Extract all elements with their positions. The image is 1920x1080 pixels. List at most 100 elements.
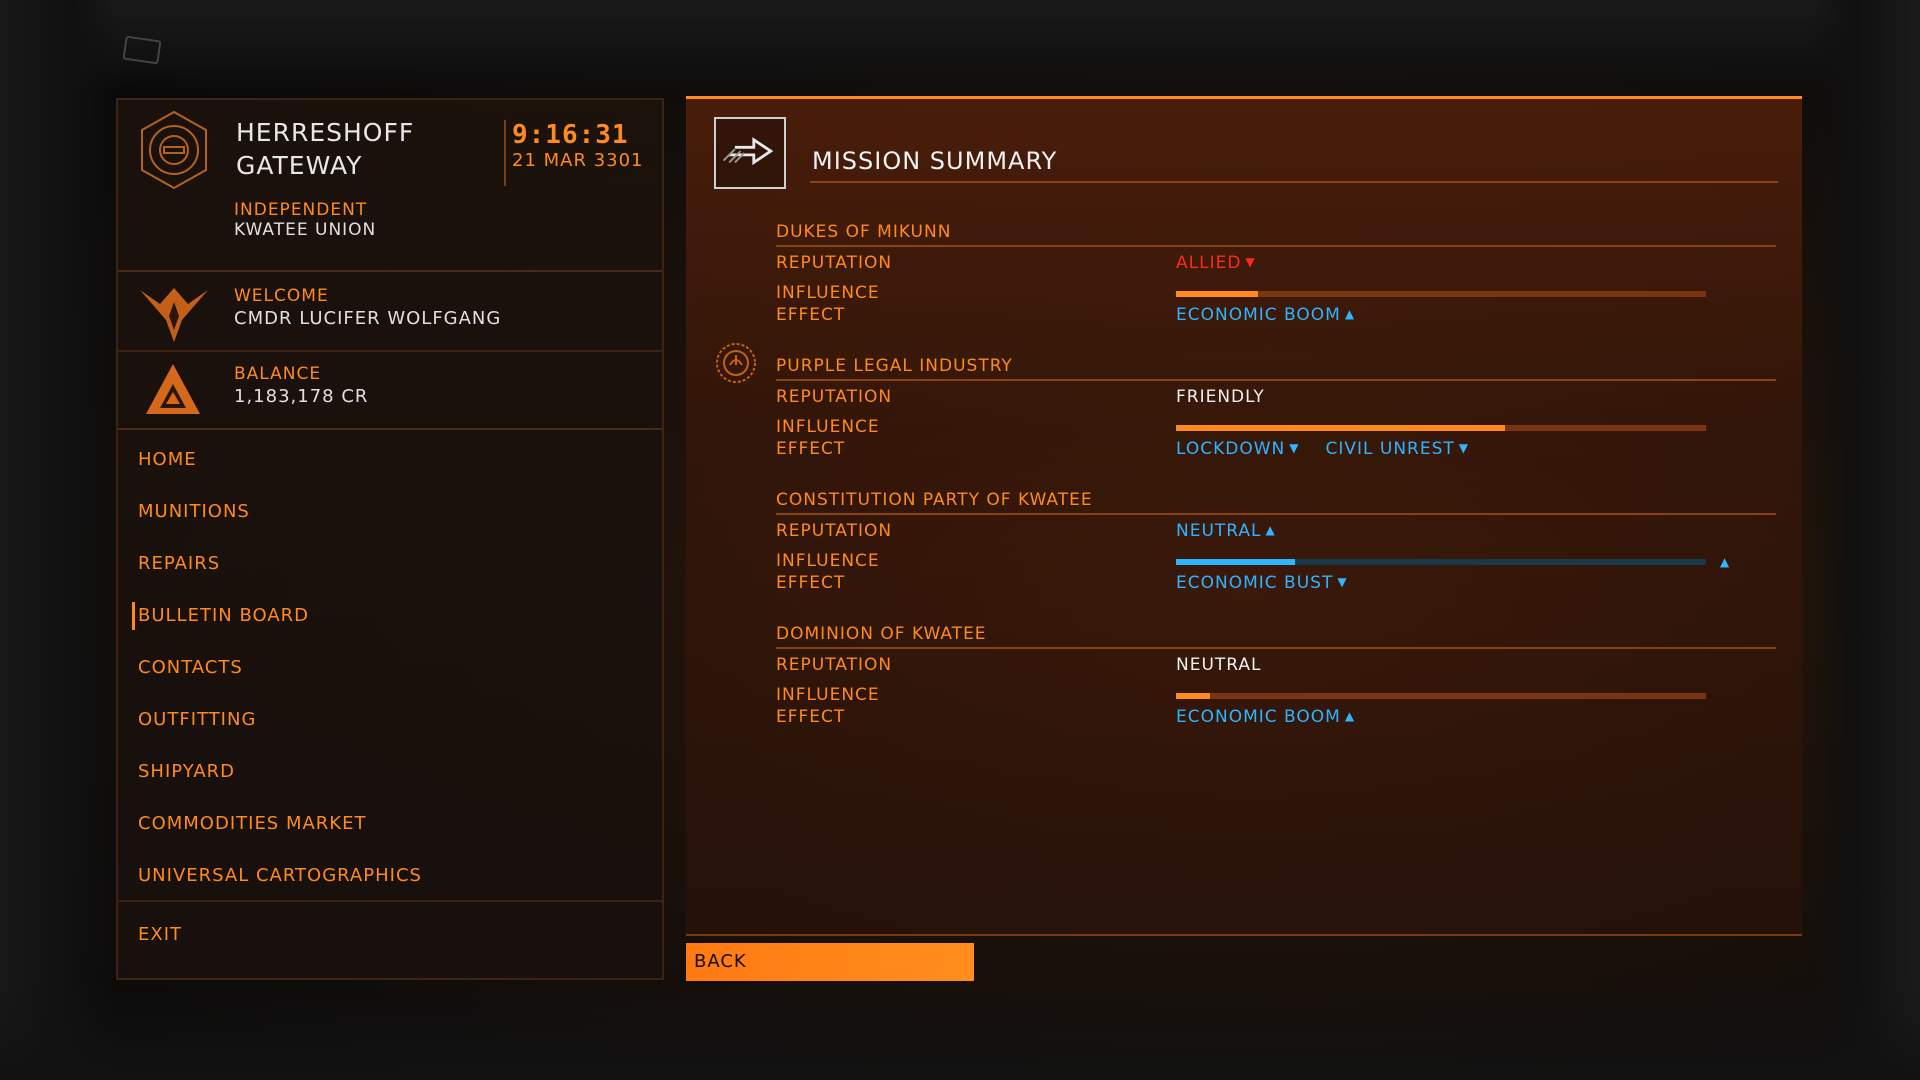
- menu-item-shipyard[interactable]: SHIPYARD: [118, 746, 662, 798]
- title-divider: [810, 181, 1778, 183]
- menu-item-universal-cartographics[interactable]: UNIVERSAL CARTOGRAPHICS: [118, 850, 662, 902]
- faction-divider: [776, 647, 1776, 649]
- faction-divider: [776, 245, 1776, 247]
- reputation-row: REPUTATION FRIENDLY: [776, 387, 1776, 417]
- faction-block: PURPLE LEGAL INDUSTRY REPUTATION FRIENDL…: [716, 343, 1776, 461]
- game-clock: 9:16:31: [512, 120, 629, 150]
- time-divider: [504, 120, 506, 186]
- cockpit-frame-bottom: [0, 980, 1920, 1080]
- station-name: HERRESHOFF GATEWAY: [236, 116, 506, 182]
- influence-row: INFLUENCE: [776, 417, 1776, 439]
- reputation-label: REPUTATION: [776, 387, 893, 407]
- effect-value: ECONOMIC BUST ▼: [1176, 573, 1348, 593]
- menu-item-commodities-market[interactable]: COMMODITIES MARKET: [118, 798, 662, 850]
- effect-label: EFFECT: [776, 305, 846, 325]
- arrow-down-icon: ▼: [1289, 441, 1300, 455]
- menu-item-repairs[interactable]: REPAIRS: [118, 538, 662, 590]
- station-info: HERRESHOFF GATEWAY 9:16:31 21 MAR 3301 I…: [118, 100, 662, 272]
- cockpit-frame-right: [1810, 0, 1920, 1080]
- influence-row: INFLUENCE: [776, 283, 1776, 305]
- reputation-label: REPUTATION: [776, 521, 893, 541]
- faction-emblem-icon: [716, 343, 756, 383]
- reputation-value: ALLIED ▼: [1176, 253, 1256, 273]
- effect-label: EFFECT: [776, 573, 846, 593]
- commander-info: WELCOME CMDR LUCIFER WOLFGANG: [118, 272, 662, 352]
- faction-name: DUKES OF MIKUNN: [776, 222, 952, 242]
- arrow-up-icon: ▲: [1344, 709, 1356, 723]
- effect-text: CIVIL UNREST: [1325, 439, 1455, 459]
- reputation-row: REPUTATION NEUTRAL ▲: [776, 521, 1776, 551]
- arrow-up-icon: ▲: [1344, 307, 1356, 321]
- influence-label: INFLUENCE: [776, 551, 880, 571]
- commander-name: CMDR LUCIFER WOLFGANG: [234, 308, 502, 329]
- effect-text: ECONOMIC BOOM: [1176, 305, 1341, 325]
- menu-item-munitions[interactable]: MUNITIONS: [118, 486, 662, 538]
- mission-summary-panel: MISSION SUMMARY DUKES OF MIKUNN REPUTATI…: [686, 96, 1802, 936]
- reputation-text: ALLIED: [1176, 253, 1242, 273]
- faction-divider: [776, 513, 1776, 515]
- reputation-text: NEUTRAL: [1176, 521, 1262, 541]
- effect-text: LOCKDOWN: [1176, 439, 1286, 459]
- reputation-value: NEUTRAL: [1176, 655, 1262, 675]
- influence-label: INFLUENCE: [776, 417, 880, 437]
- menu-item-bulletin-board[interactable]: BULLETIN BOARD: [118, 590, 662, 642]
- menu-divider: [118, 900, 662, 902]
- effect-row: EFFECT ECONOMIC BUST ▼: [776, 573, 1776, 595]
- menu-item-outfitting[interactable]: OUTFITTING: [118, 694, 662, 746]
- influence-bar: [1176, 291, 1706, 297]
- influence-bar: [1176, 425, 1706, 431]
- influence-bar: [1176, 693, 1706, 699]
- station-name-line1: HERRESHOFF: [236, 118, 415, 147]
- influence-bar-fill: [1176, 425, 1505, 431]
- reputation-value: NEUTRAL ▲: [1176, 521, 1276, 541]
- station-menu: HOME MUNITIONS REPAIRS BULLETIN BOARD CO…: [118, 434, 662, 902]
- station-emblem-icon: [141, 110, 207, 190]
- reputation-label: REPUTATION: [776, 655, 893, 675]
- arrow-down-icon: ▼: [1337, 575, 1348, 589]
- mission-arrow-icon: [714, 117, 786, 189]
- influence-bar-fill: [1176, 693, 1211, 699]
- influence-label: INFLUENCE: [776, 283, 880, 303]
- effect-label: EFFECT: [776, 439, 846, 459]
- station-allegiance: INDEPENDENT: [234, 200, 368, 220]
- arrow-down-icon: ▼: [1458, 441, 1470, 455]
- faction-block: DUKES OF MIKUNN REPUTATION ALLIED ▼ INFLU…: [776, 219, 1776, 327]
- faction-block: DOMINION OF KWATEE REPUTATION NEUTRAL IN…: [776, 621, 1776, 729]
- menu-item-exit[interactable]: EXIT: [138, 924, 182, 945]
- welcome-label: WELCOME: [234, 286, 329, 306]
- influence-row: INFLUENCE ▲: [776, 551, 1776, 573]
- cockpit-frame-top: [0, 0, 1920, 95]
- rank-wings-icon: [140, 288, 208, 342]
- effect-text: ECONOMIC BUST: [1176, 573, 1334, 593]
- influence-up-marker-icon: ▲: [1720, 555, 1731, 569]
- reputation-row: REPUTATION ALLIED ▼: [776, 253, 1776, 283]
- effect-row: EFFECT LOCKDOWN ▼ CIVIL UNREST ▼: [776, 439, 1776, 461]
- influence-bar-fill: [1176, 291, 1259, 297]
- balance-info: BALANCE 1,183,178 CR: [118, 352, 662, 430]
- station-services-panel: HERRESHOFF GATEWAY 9:16:31 21 MAR 3301 I…: [116, 98, 664, 980]
- influence-label: INFLUENCE: [776, 685, 880, 705]
- effect-value: LOCKDOWN ▼ CIVIL UNREST ▼: [1176, 439, 1469, 459]
- faction-name: PURPLE LEGAL INDUSTRY: [776, 356, 1013, 376]
- credits-icon: [146, 364, 200, 414]
- faction-name: DOMINION OF KWATEE: [776, 624, 987, 644]
- effect-row: EFFECT ECONOMIC BOOM ▲: [776, 305, 1776, 327]
- arrow-down-icon: ▼: [1245, 255, 1256, 269]
- effect-label: EFFECT: [776, 707, 846, 727]
- menu-item-home[interactable]: HOME: [118, 434, 662, 486]
- balance-label: BALANCE: [234, 364, 322, 384]
- effect-row: EFFECT ECONOMIC BOOM ▲: [776, 707, 1776, 729]
- station-name-line2: GATEWAY: [236, 151, 363, 180]
- cockpit-frame-left: [0, 0, 120, 1080]
- game-date: 21 MAR 3301: [512, 150, 644, 171]
- effect-item: LOCKDOWN ▼: [1176, 439, 1300, 459]
- menu-item-contacts[interactable]: CONTACTS: [118, 642, 662, 694]
- effect-value: ECONOMIC BOOM ▲: [1176, 305, 1355, 325]
- station-faction: KWATEE UNION: [234, 220, 377, 240]
- influence-bar-fill: [1176, 559, 1296, 565]
- back-button[interactable]: BACK: [686, 943, 974, 981]
- comms-icon: [122, 35, 162, 65]
- balance-value: 1,183,178 CR: [234, 386, 369, 407]
- arrow-up-icon: ▲: [1265, 523, 1276, 537]
- effect-item: CIVIL UNREST ▼: [1326, 439, 1470, 459]
